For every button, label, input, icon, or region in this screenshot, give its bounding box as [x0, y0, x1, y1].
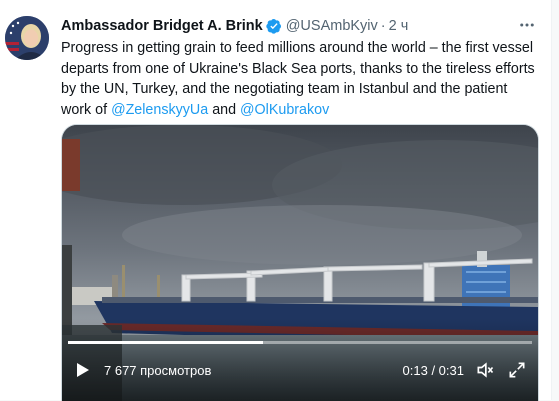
video-controls: 7 677 просмотров 0:13 / 0:31: [62, 351, 538, 389]
tweet-card[interactable]: Ambassador Bridget A. Brink @USAmbKyiv ·…: [0, 0, 552, 401]
more-horizontal-icon[interactable]: [517, 15, 537, 35]
fullscreen-icon[interactable]: [506, 359, 528, 381]
video-progress-fill: [68, 341, 263, 344]
avatar[interactable]: [5, 16, 49, 60]
tweet-header: Ambassador Bridget A. Brink @USAmbKyiv ·…: [61, 16, 537, 36]
video-timecode: 0:13 / 0:31: [402, 362, 464, 378]
separator-dot: ·: [380, 18, 386, 34]
tweet-text: Progress in getting grain to feed millio…: [61, 38, 539, 120]
view-count: 7 677 просмотров: [104, 362, 212, 378]
mention-link-olkubrakov[interactable]: @OlKubrakov: [240, 102, 329, 118]
video-player[interactable]: 7 677 просмотров 0:13 / 0:31: [61, 124, 539, 401]
author-handle[interactable]: @USAmbKyiv: [286, 18, 378, 34]
video-progress-bar[interactable]: [68, 341, 532, 344]
verified-badge-icon: [266, 18, 282, 34]
timestamp[interactable]: 2 ч: [389, 18, 409, 34]
mention-link-zelenskyyua[interactable]: @ZelenskyyUa: [111, 102, 208, 118]
play-icon[interactable]: [76, 362, 90, 378]
muted-speaker-icon[interactable]: [474, 359, 496, 381]
tweet-text-conjunction: and: [208, 101, 241, 118]
author-name[interactable]: Ambassador Bridget A. Brink: [61, 18, 263, 34]
